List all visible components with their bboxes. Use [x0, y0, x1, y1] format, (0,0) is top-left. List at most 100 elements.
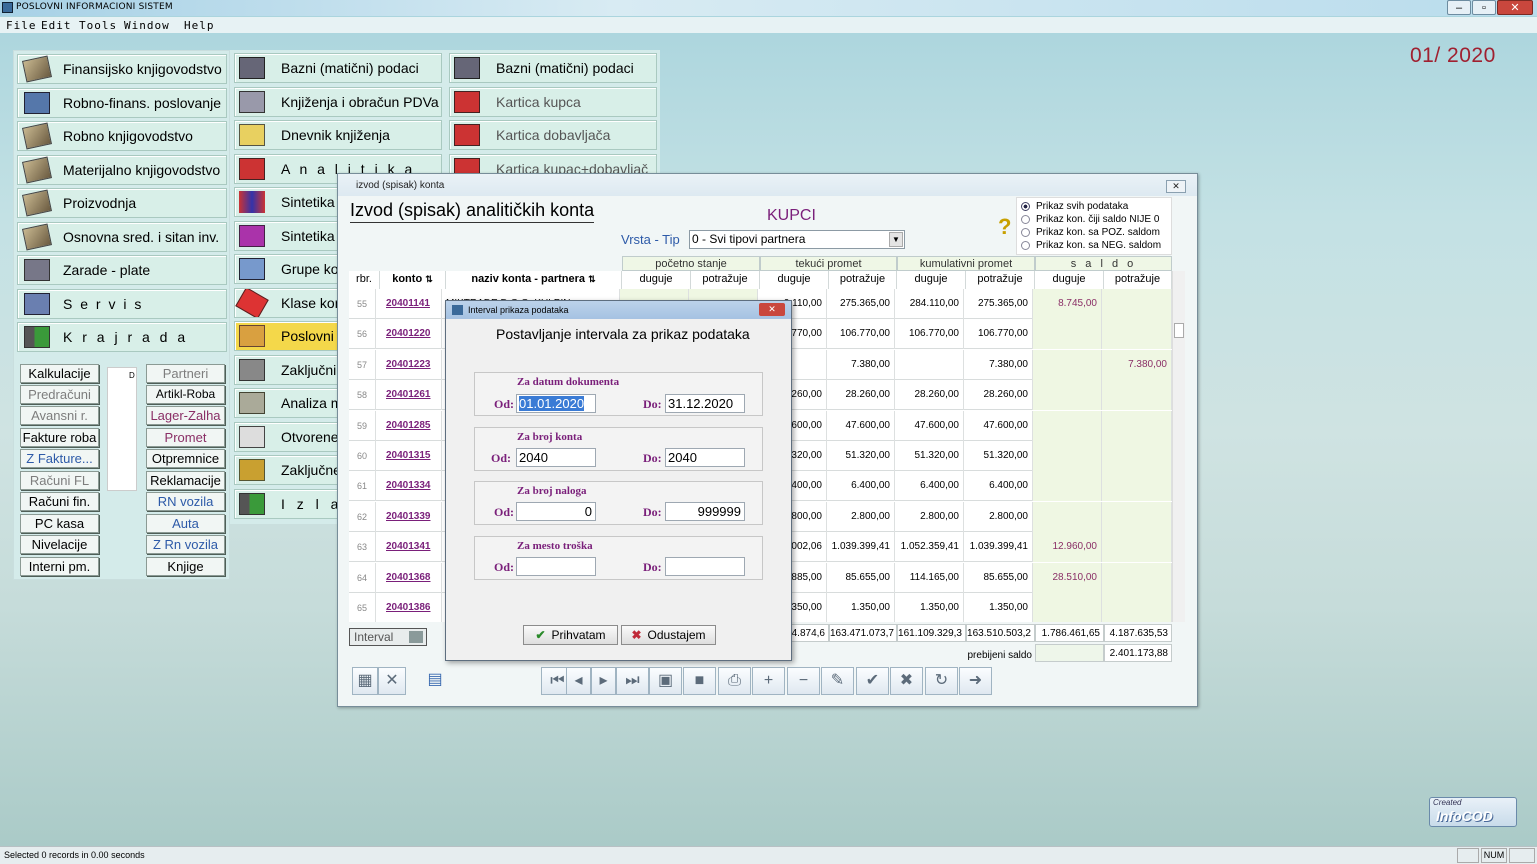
table-scrollbar[interactable]: [1172, 271, 1185, 622]
menu-proizvodnja[interactable]: Proizvodnja: [17, 188, 227, 218]
btn-lager-zalha[interactable]: Lager-Zalha: [146, 406, 225, 425]
btn-interni-pm[interactable]: Interni pm.: [20, 557, 99, 576]
sub-bazni[interactable]: Bazni (matični) podaci: [234, 53, 442, 83]
btn-pc-kasa[interactable]: PC kasa: [20, 514, 99, 533]
calculator-tool-icon[interactable]: ▦: [352, 667, 378, 695]
sub-knjizenja[interactable]: Knjiženja i obračun PDVa: [234, 87, 442, 117]
nalog-do-input[interactable]: 999999: [665, 502, 745, 521]
ledger-icon: [21, 223, 53, 251]
konto-od-input[interactable]: 2040: [516, 448, 596, 467]
radio-poz-saldo[interactable]: Prikaz kon. sa POZ. saldom: [1021, 227, 1160, 238]
cell-kmp: 28.260,00: [964, 380, 1033, 411]
menu-materijalno[interactable]: Materijalno knjigovodstvo: [17, 155, 227, 185]
add-icon[interactable]: +: [752, 667, 785, 695]
konto-do-input[interactable]: 2040: [665, 448, 745, 467]
btn-predracuni[interactable]: Predračuni: [20, 385, 99, 404]
menu-help[interactable]: Help: [184, 19, 215, 32]
btn-reklamacije[interactable]: Reklamacije: [146, 471, 225, 490]
btn-fakture-roba[interactable]: Fakture roba: [20, 428, 99, 447]
menu-label: Bazni (matični) podaci: [496, 60, 634, 76]
cell-rb: 59: [349, 410, 376, 441]
radio-label: Prikaz kon. sa NEG. saldom: [1036, 240, 1162, 251]
vrsta-select[interactable]: 0 - Svi tipovi partnera ▼: [689, 230, 905, 249]
last-record-icon[interactable]: ⏭: [616, 667, 649, 695]
col-km-duguje: duguje: [897, 271, 966, 289]
cell-kmp: 1.039.399,41: [964, 532, 1033, 563]
prev-record-icon[interactable]: ◂: [566, 667, 591, 695]
btn-z-rn-vozila[interactable]: Z Rn vozila: [146, 535, 225, 554]
minimize-button[interactable]: –: [1447, 0, 1471, 15]
check-icon: ✔: [535, 628, 546, 642]
print-icon[interactable]: ⎙: [718, 667, 751, 695]
view-icon[interactable]: ■: [683, 667, 716, 695]
btn-nivelacije[interactable]: Nivelacije: [20, 535, 99, 554]
radio-prikaz-svih[interactable]: Prikaz svih podataka: [1021, 201, 1128, 212]
help-question-icon[interactable]: ?: [998, 214, 1011, 240]
col-s-duguje: duguje: [1035, 271, 1104, 289]
window-close-button[interactable]: ✕: [1166, 180, 1186, 193]
radio-neg-saldo[interactable]: Prikaz kon. sa NEG. saldom: [1021, 240, 1161, 251]
partner-kartica-dobavljaca[interactable]: Kartica dobavljača: [449, 120, 657, 150]
mesto-do-input[interactable]: [665, 557, 745, 576]
prihvatam-button[interactable]: ✔ Prihvatam: [523, 625, 618, 645]
btn-racuni-fl[interactable]: Računi FL: [20, 471, 99, 490]
btn-rn-vozila[interactable]: RN vozila: [146, 492, 225, 511]
interval-button[interactable]: Interval: [349, 628, 427, 646]
col-konto[interactable]: konto ⇅: [380, 271, 446, 289]
radio-saldo-nije-0[interactable]: Prikaz kon. čiji saldo NIJE 0: [1021, 214, 1159, 225]
chevron-down-icon[interactable]: ▼: [889, 232, 903, 247]
scroll-thumb[interactable]: [1174, 323, 1184, 338]
menu-edit[interactable]: Edit: [41, 19, 72, 32]
menu-robno-finans[interactable]: Robno-finans. poslovanje: [17, 88, 227, 118]
menu-file[interactable]: File: [6, 19, 37, 32]
excel-export-icon[interactable]: ✕: [378, 667, 406, 695]
refresh-icon[interactable]: ↻: [925, 667, 958, 695]
maximize-button[interactable]: ▫: [1472, 0, 1496, 15]
btn-artikl-roba[interactable]: Artikl-Roba: [146, 385, 225, 404]
dialog-close-button[interactable]: ✕: [759, 303, 785, 316]
btn-kalkulacije[interactable]: Kalkulacije: [20, 364, 99, 383]
document-icon[interactable]: ▤: [422, 667, 448, 695]
menu-tools[interactable]: Tools: [79, 19, 117, 32]
cell-konto: 20401141: [376, 289, 442, 319]
nalog-od-input[interactable]: 0: [516, 502, 596, 521]
btn-racuni-fin[interactable]: Računi fin.: [20, 492, 99, 511]
group-title: Za datum dokumenta: [517, 376, 620, 388]
confirm-icon[interactable]: ✔: [856, 667, 889, 695]
btn-avansni[interactable]: Avansni r.: [20, 406, 99, 425]
sort-icon[interactable]: ⇅: [425, 274, 433, 284]
menu-kraj-rada[interactable]: K r a j r a d a: [17, 322, 227, 352]
cell-sd: [1033, 410, 1102, 441]
cell-rb: 65: [349, 593, 376, 622]
btn-z-fakture[interactable]: Z Fakture...: [20, 449, 99, 468]
partner-kartica-kupca[interactable]: Kartica kupca: [449, 87, 657, 117]
menu-osnovna-sred[interactable]: Osnovna sred. i sitan inv.: [17, 222, 227, 252]
menu-finansijsko[interactable]: Finansijsko knjigovodstvo: [17, 54, 227, 84]
btn-auta[interactable]: Auta: [146, 514, 225, 533]
menu-servis[interactable]: S e r v i s: [17, 289, 227, 319]
next-record-icon[interactable]: ▸: [591, 667, 616, 695]
sort-icon[interactable]: ⇅: [588, 274, 596, 284]
cancel-icon[interactable]: ✖: [890, 667, 923, 695]
col-naziv[interactable]: naziv konta - partnera ⇅: [446, 271, 622, 289]
btn-partneri[interactable]: Partneri: [146, 364, 225, 383]
btn-otpremnice[interactable]: Otpremnice: [146, 449, 225, 468]
btn-knjige[interactable]: Knjige: [146, 557, 225, 576]
exit-icon[interactable]: ➜: [959, 667, 992, 695]
datum-do-input[interactable]: 31.12.2020: [665, 394, 745, 413]
datum-od-input[interactable]: 01.01.2020: [516, 394, 596, 413]
menu-robno[interactable]: Robno knjigovodstvo: [17, 121, 227, 151]
col-km-potrazuje: potražuje: [966, 271, 1035, 289]
cell-sp: [1102, 380, 1172, 411]
sub-dnevnik[interactable]: Dnevnik knjiženja: [234, 120, 442, 150]
menu-window[interactable]: Window: [124, 19, 170, 32]
mesto-od-input[interactable]: [516, 557, 596, 576]
menu-zarade[interactable]: Zarade - plate: [17, 255, 227, 285]
btn-promet[interactable]: Promet: [146, 428, 225, 447]
partner-bazni[interactable]: Bazni (matični) podaci: [449, 53, 657, 83]
preview-icon[interactable]: ▣: [649, 667, 682, 695]
edit-icon[interactable]: ✎: [821, 667, 854, 695]
remove-icon[interactable]: −: [787, 667, 820, 695]
odustajem-button[interactable]: ✖ Odustajem: [621, 625, 716, 645]
close-button[interactable]: ✕: [1497, 0, 1533, 15]
